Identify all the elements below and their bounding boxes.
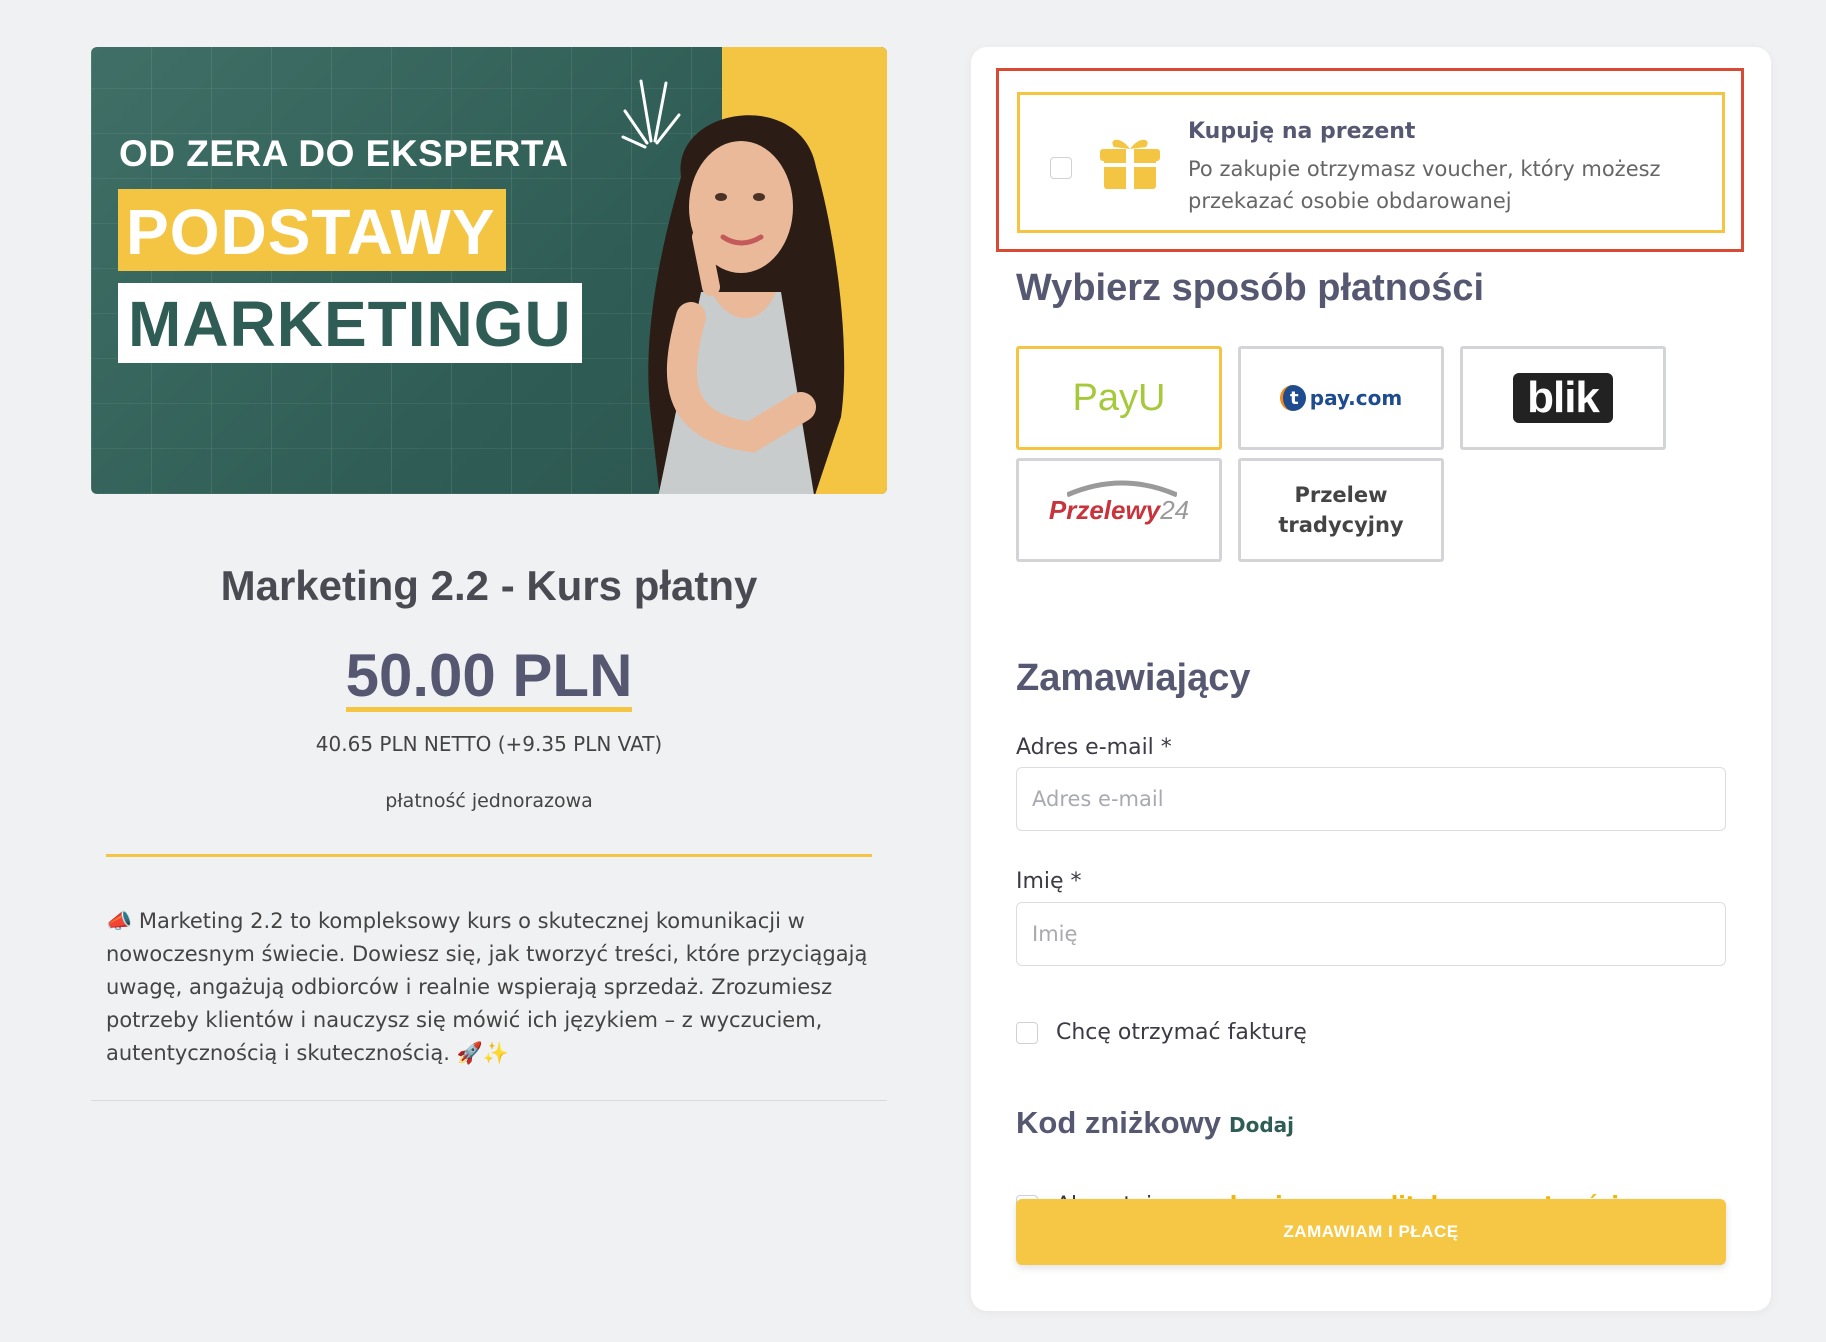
divider — [91, 1100, 887, 1101]
add-discount-link[interactable]: Dodaj — [1229, 1113, 1294, 1137]
course-banner-image: OD ZERA DO EKSPERTA PODSTAWY MARKETINGU — [91, 47, 887, 494]
email-label: Adres e-mail * — [1016, 735, 1172, 760]
discount-heading: Kod zniżkowy — [1016, 1105, 1221, 1140]
payment-method-payu[interactable]: PayU — [1016, 346, 1222, 450]
payment-method-przelewy24[interactable]: Przelewy24 — [1016, 458, 1222, 562]
banner-title-line1: PODSTAWY — [118, 189, 506, 271]
product-column: OD ZERA DO EKSPERTA PODSTAWY MARKETINGU … — [91, 47, 887, 1101]
orderer-heading: Zamawiający — [1016, 657, 1251, 699]
blik-logo: blik — [1513, 373, 1613, 423]
order-and-pay-button[interactable]: ZAMAWIAM I PŁACĘ — [1016, 1199, 1726, 1265]
invoice-label: Chcę otrzymać fakturę — [1056, 1020, 1307, 1045]
woman-photo — [648, 115, 845, 494]
gift-title: Kupuję na prezent — [1188, 119, 1416, 144]
gift-option[interactable]: Kupuję na prezent Po zakupie otrzymasz v… — [1017, 92, 1725, 233]
email-field[interactable] — [1016, 767, 1726, 831]
gift-icon — [1100, 139, 1160, 189]
banner-title-line2: MARKETINGU — [118, 283, 582, 363]
invoice-option[interactable]: Chcę otrzymać fakturę — [1016, 1020, 1307, 1045]
price-netto: 40.65 PLN NETTO (+9.35 PLN VAT) — [315, 732, 663, 756]
payment-method-tpay[interactable]: t pay.com — [1238, 346, 1444, 450]
payment-heading: Wybierz sposób płatności — [1016, 267, 1485, 309]
course-price: 50.00 PLN — [345, 644, 633, 712]
invoice-checkbox[interactable] — [1016, 1021, 1038, 1044]
rocket-sparkles-icon: 🚀✨ — [456, 1041, 509, 1065]
megaphone-icon: 📣 — [106, 909, 133, 933]
name-label: Imię * — [1016, 869, 1082, 894]
divider — [106, 854, 872, 857]
course-title: Marketing 2.2 - Kurs płatny — [220, 562, 758, 609]
gift-description: Po zakupie otrzymasz voucher, który może… — [1188, 157, 1661, 213]
payu-logo: PayU — [1072, 376, 1166, 419]
course-description: 📣 Marketing 2.2 to kompleksowy kurs o sk… — [106, 905, 872, 1070]
name-field[interactable] — [1016, 902, 1726, 966]
gift-checkbox[interactable] — [1050, 157, 1072, 179]
payment-method-blik[interactable]: blik — [1460, 346, 1666, 450]
przelewy24-logo: Przelewy24 — [1049, 480, 1189, 526]
payment-type: płatność jednorazowa — [385, 790, 593, 812]
payment-method-bank-transfer[interactable]: Przelew tradycyjny — [1238, 458, 1444, 562]
banner-kicker: OD ZERA DO EKSPERTA — [119, 133, 569, 174]
tpay-logo: t pay.com — [1279, 385, 1402, 411]
checkout-card: Kupuję na prezent Po zakupie otrzymasz v… — [971, 47, 1771, 1311]
